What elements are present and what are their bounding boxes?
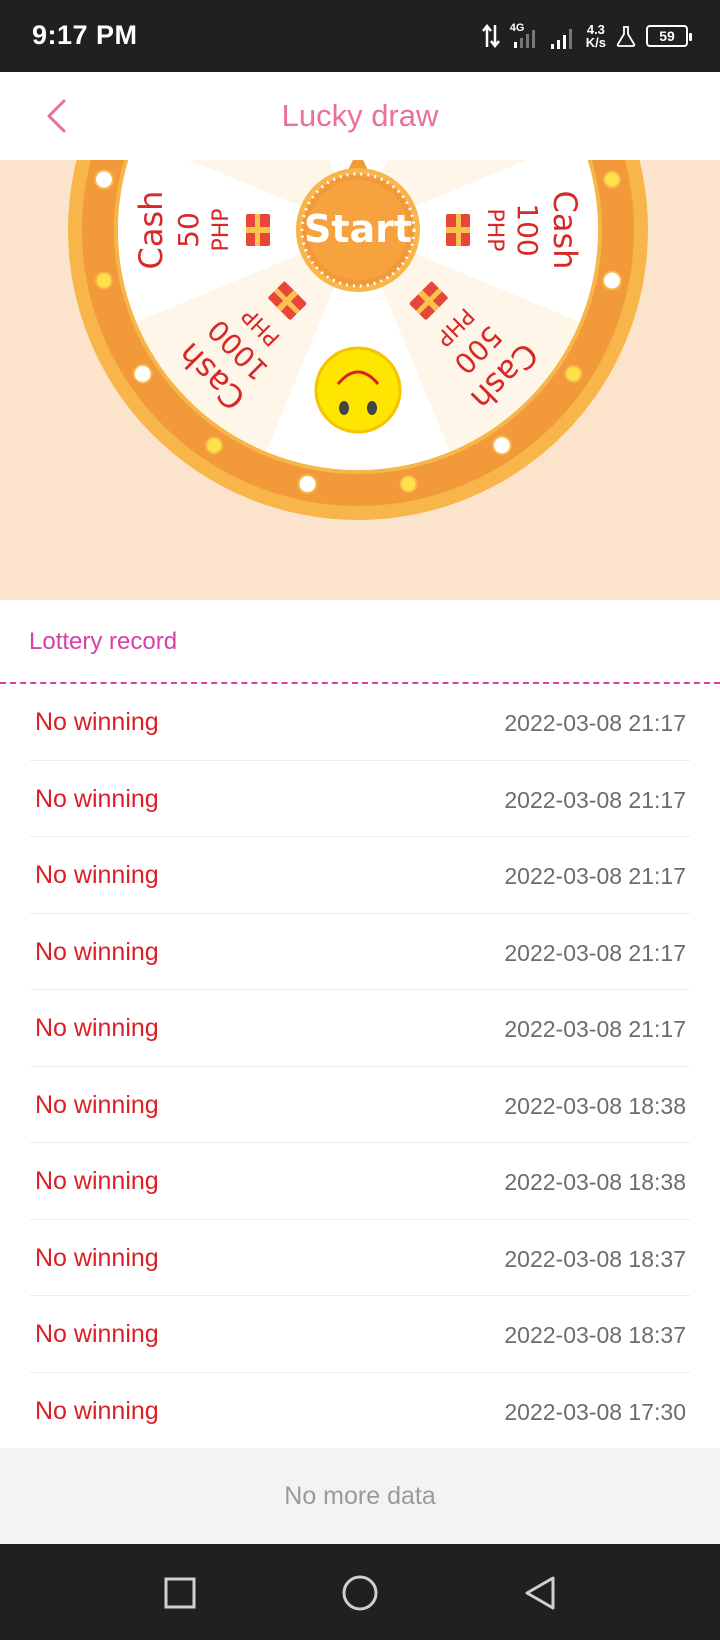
record-row: No winning 2022-03-08 18:38 — [30, 1067, 690, 1143]
rim-light — [94, 271, 113, 290]
rim-light — [603, 170, 622, 189]
row-status: No winning — [35, 1014, 159, 1042]
prize-text: 100 — [511, 203, 544, 256]
rim-light — [491, 435, 512, 456]
gift-icon — [246, 214, 270, 246]
row-time: 2022-03-08 21:17 — [504, 939, 686, 966]
row-status: No winning — [35, 1320, 159, 1348]
lottery-record-title: Lottery record — [29, 628, 178, 655]
row-time: 2022-03-08 18:37 — [504, 1245, 686, 1272]
prize-text: Cash — [546, 191, 584, 270]
lucky-wheel: PHP50Cash PHP 100 CashPHP500CashPHP1000Cash… — [68, 160, 648, 520]
row-status: No winning — [35, 1243, 159, 1272]
prize-text: PHP — [482, 208, 507, 251]
home-button[interactable] — [339, 1572, 381, 1614]
row-status: No winning — [35, 1167, 159, 1195]
network-speed: 4.3 K/s — [585, 22, 606, 50]
record-row: No winning 2022-03-08 18:38 — [30, 1143, 690, 1220]
record-row: No winning 2022-03-08 17:30 — [30, 1373, 690, 1450]
start-button[interactable]: Start — [296, 168, 420, 292]
navigation-bar — [0, 1544, 720, 1640]
rim-light — [205, 436, 224, 455]
row-status: No winning — [35, 937, 159, 966]
square-icon — [164, 1577, 196, 1609]
row-status: No winning — [35, 861, 159, 889]
lottery-record-header: Lottery record — [0, 600, 720, 684]
status-bar: 9:17 PM 4G 4.3 K/s 59 — [0, 0, 720, 72]
gift-icon — [446, 214, 470, 246]
nav-back-button[interactable] — [519, 1572, 561, 1614]
row-time: 2022-03-08 17:30 — [504, 1398, 686, 1425]
row-status: No winning — [35, 1396, 159, 1425]
recents-button[interactable] — [159, 1572, 201, 1614]
rim-light — [399, 475, 418, 494]
row-time: 2022-03-08 18:38 — [504, 1169, 686, 1195]
lottery-record-list: No winning 2022-03-08 21:17 No winning 2… — [0, 684, 720, 1449]
data-transfer-icon — [481, 23, 500, 49]
row-time: 2022-03-08 21:17 — [504, 786, 686, 813]
row-status: No winning — [35, 708, 159, 736]
row-time: 2022-03-08 18:38 — [504, 1092, 686, 1119]
row-time: 2022-03-08 21:17 — [504, 1016, 686, 1042]
start-label: Start — [304, 207, 412, 251]
circle-icon — [342, 1575, 378, 1611]
flask-icon — [616, 26, 636, 47]
smiley-icon — [314, 346, 402, 434]
row-time: 2022-03-08 21:17 — [504, 863, 686, 889]
app-header: Lucky draw — [0, 72, 720, 160]
record-row: No winning 2022-03-08 21:17 — [30, 761, 690, 837]
rim-light — [602, 270, 623, 291]
prize-text: Cash — [132, 191, 170, 270]
record-row: No winning 2022-03-08 18:37 — [30, 1220, 690, 1296]
record-row: No winning 2022-03-08 21:17 — [30, 914, 690, 990]
signal-4g-icon: 4G — [510, 22, 540, 50]
rim-light — [297, 474, 318, 495]
triangle-back-icon — [525, 1576, 555, 1610]
record-row: No winning 2022-03-08 21:17 — [30, 990, 690, 1067]
record-row: No winning 2022-03-08 21:17 — [30, 837, 690, 914]
no-more-data: No more data — [0, 1448, 720, 1544]
signal-bars-icon — [550, 29, 572, 49]
rim-light — [93, 169, 114, 190]
page-title: Lucky draw — [281, 98, 439, 133]
rim-light — [564, 364, 583, 383]
record-row: No winning 2022-03-08 18:37 — [30, 1296, 690, 1373]
prize-text: PHP — [209, 208, 234, 251]
prize-text: 50 — [172, 212, 205, 248]
row-time: 2022-03-08 18:37 — [504, 1322, 686, 1348]
lucky-wheel-area: PHP 50 Cash PHP 100 Cash PHP 500 Cash PHP 1000 Cash… — [0, 160, 720, 600]
battery-icon: 59 — [646, 25, 692, 47]
row-time: 2022-03-08 21:17 — [504, 710, 686, 736]
record-row: No winning 2022-03-08 21:17 — [30, 684, 690, 761]
row-status: No winning — [35, 1090, 159, 1119]
rim-light — [132, 363, 153, 384]
status-time: 9:17 PM — [32, 20, 138, 50]
row-status: No winning — [35, 784, 159, 813]
status-icons: 4G 4.3 K/s 59 — [481, 16, 692, 56]
